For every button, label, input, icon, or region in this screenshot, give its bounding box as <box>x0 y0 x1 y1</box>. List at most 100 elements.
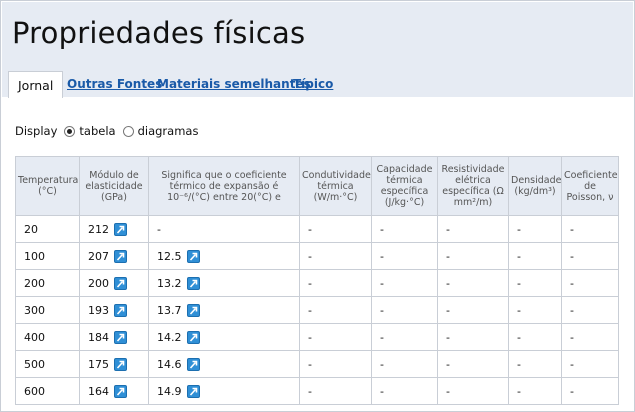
table-row: 300 193 13.7 - - - - - <box>15 296 619 324</box>
cell-conductivity: - <box>299 377 372 405</box>
cell-resistivity: - <box>437 215 509 243</box>
chart-link-icon[interactable] <box>114 357 127 371</box>
cell-poisson: - <box>561 215 619 243</box>
cell-value: - <box>380 303 384 317</box>
cell-conductivity: - <box>299 269 372 297</box>
display-selector: Display tabela diagramas <box>15 124 198 138</box>
cell-value: 200 <box>24 276 45 290</box>
chart-link-icon[interactable] <box>114 276 127 290</box>
tab-jornal[interactable]: Jornal <box>8 71 64 98</box>
chart-link-icon[interactable] <box>186 357 200 371</box>
cell-value: - <box>308 276 312 290</box>
cell-temp: 400 <box>15 323 80 351</box>
table-row: 400 184 14.2 - - - - - <box>15 323 619 351</box>
chart-link-icon[interactable] <box>186 330 200 344</box>
cell-heat-capacity: - <box>371 215 438 243</box>
cell-resistivity: - <box>437 296 509 324</box>
chart-link-icon[interactable] <box>186 303 200 317</box>
cell-value: - <box>517 384 521 398</box>
cell-value: - <box>308 357 312 371</box>
chart-link-icon[interactable] <box>114 303 127 317</box>
radio-diagramas[interactable] <box>122 125 134 137</box>
cell-value: - <box>446 330 450 344</box>
chart-link-icon[interactable] <box>186 276 200 290</box>
cell-value: 14.2 <box>157 330 182 344</box>
cell-expansion: 14.2 <box>148 323 300 351</box>
cell-value: - <box>308 384 312 398</box>
cell-temp: 20 <box>15 215 80 243</box>
cell-poisson: - <box>561 323 619 351</box>
cell-density: - <box>508 323 562 351</box>
cell-resistivity: - <box>437 350 509 378</box>
cell-temp: 500 <box>15 350 80 378</box>
cell-value: - <box>380 357 384 371</box>
cell-value: 400 <box>24 330 45 344</box>
cell-heat-capacity: - <box>371 242 438 270</box>
cell-resistivity: - <box>437 269 509 297</box>
cell-temp: 200 <box>15 269 80 297</box>
cell-value: - <box>308 330 312 344</box>
chart-link-icon[interactable] <box>186 249 200 263</box>
cell-density: - <box>508 350 562 378</box>
cell-value: 164 <box>88 384 109 398</box>
cell-modulus: 175 <box>79 350 149 378</box>
cell-value: 212 <box>88 222 109 236</box>
cell-density: - <box>508 377 562 405</box>
cell-value: - <box>380 249 384 263</box>
tab-tipico[interactable]: Típico <box>293 71 333 98</box>
cell-value: - <box>570 222 574 236</box>
page-frame: Propriedades físicas Jornal Outras Fonte… <box>0 0 635 412</box>
cell-value: 12.5 <box>157 249 182 263</box>
header-poisson: Coeficiente de Poisson, ν <box>561 156 619 216</box>
display-label: Display <box>15 124 58 138</box>
cell-value: 600 <box>24 384 45 398</box>
chart-link-icon[interactable] <box>186 384 200 398</box>
cell-conductivity: - <box>299 242 372 270</box>
cell-value: - <box>446 303 450 317</box>
chart-link-icon[interactable] <box>114 249 127 263</box>
cell-density: - <box>508 215 562 243</box>
cell-temp: 100 <box>15 242 80 270</box>
cell-temp: 300 <box>15 296 80 324</box>
cell-expansion: 14.9 <box>148 377 300 405</box>
cell-value: 14.6 <box>157 357 182 371</box>
chart-link-icon[interactable] <box>114 330 127 344</box>
cell-modulus: 207 <box>79 242 149 270</box>
cell-value: 100 <box>24 249 45 263</box>
cell-value: 13.7 <box>157 303 182 317</box>
cell-modulus: 164 <box>79 377 149 405</box>
cell-conductivity: - <box>299 350 372 378</box>
cell-modulus: 200 <box>79 269 149 297</box>
cell-value: - <box>570 276 574 290</box>
cell-expansion: - <box>148 215 300 243</box>
cell-modulus: 193 <box>79 296 149 324</box>
cell-value: - <box>308 303 312 317</box>
cell-value: - <box>517 276 521 290</box>
cell-value: - <box>380 222 384 236</box>
cell-value: 207 <box>88 249 109 263</box>
tab-materiais-semelhantes[interactable]: Materiais semelhantes <box>157 71 311 98</box>
cell-expansion: 13.7 <box>148 296 300 324</box>
cell-value: - <box>157 222 161 236</box>
table-row: 500 175 14.6 - - - - - <box>15 350 619 378</box>
chart-link-icon[interactable] <box>114 384 127 398</box>
cell-conductivity: - <box>299 215 372 243</box>
cell-conductivity: - <box>299 323 372 351</box>
cell-density: - <box>508 269 562 297</box>
cell-value: - <box>570 249 574 263</box>
radio-diagramas-label[interactable]: diagramas <box>138 124 199 138</box>
tab-bar: Jornal Outras Fontes Materiais semelhant… <box>3 69 634 98</box>
cell-value: - <box>570 303 574 317</box>
cell-value: - <box>446 249 450 263</box>
cell-value: - <box>570 330 574 344</box>
radio-tabela-label[interactable]: tabela <box>79 124 115 138</box>
page-title: Propriedades físicas <box>12 16 306 50</box>
tab-outras-fontes[interactable]: Outras Fontes <box>67 71 162 98</box>
cell-value: - <box>446 384 450 398</box>
cell-resistivity: - <box>437 377 509 405</box>
chart-link-icon[interactable] <box>114 222 127 236</box>
cell-heat-capacity: - <box>371 350 438 378</box>
radio-tabela[interactable] <box>64 125 76 137</box>
header-elastic-modulus: Módulo de elasticidade (GPa) <box>79 156 149 216</box>
header-heat-capacity: Capacidade térmica específica (J/kg·°C) <box>371 156 438 216</box>
